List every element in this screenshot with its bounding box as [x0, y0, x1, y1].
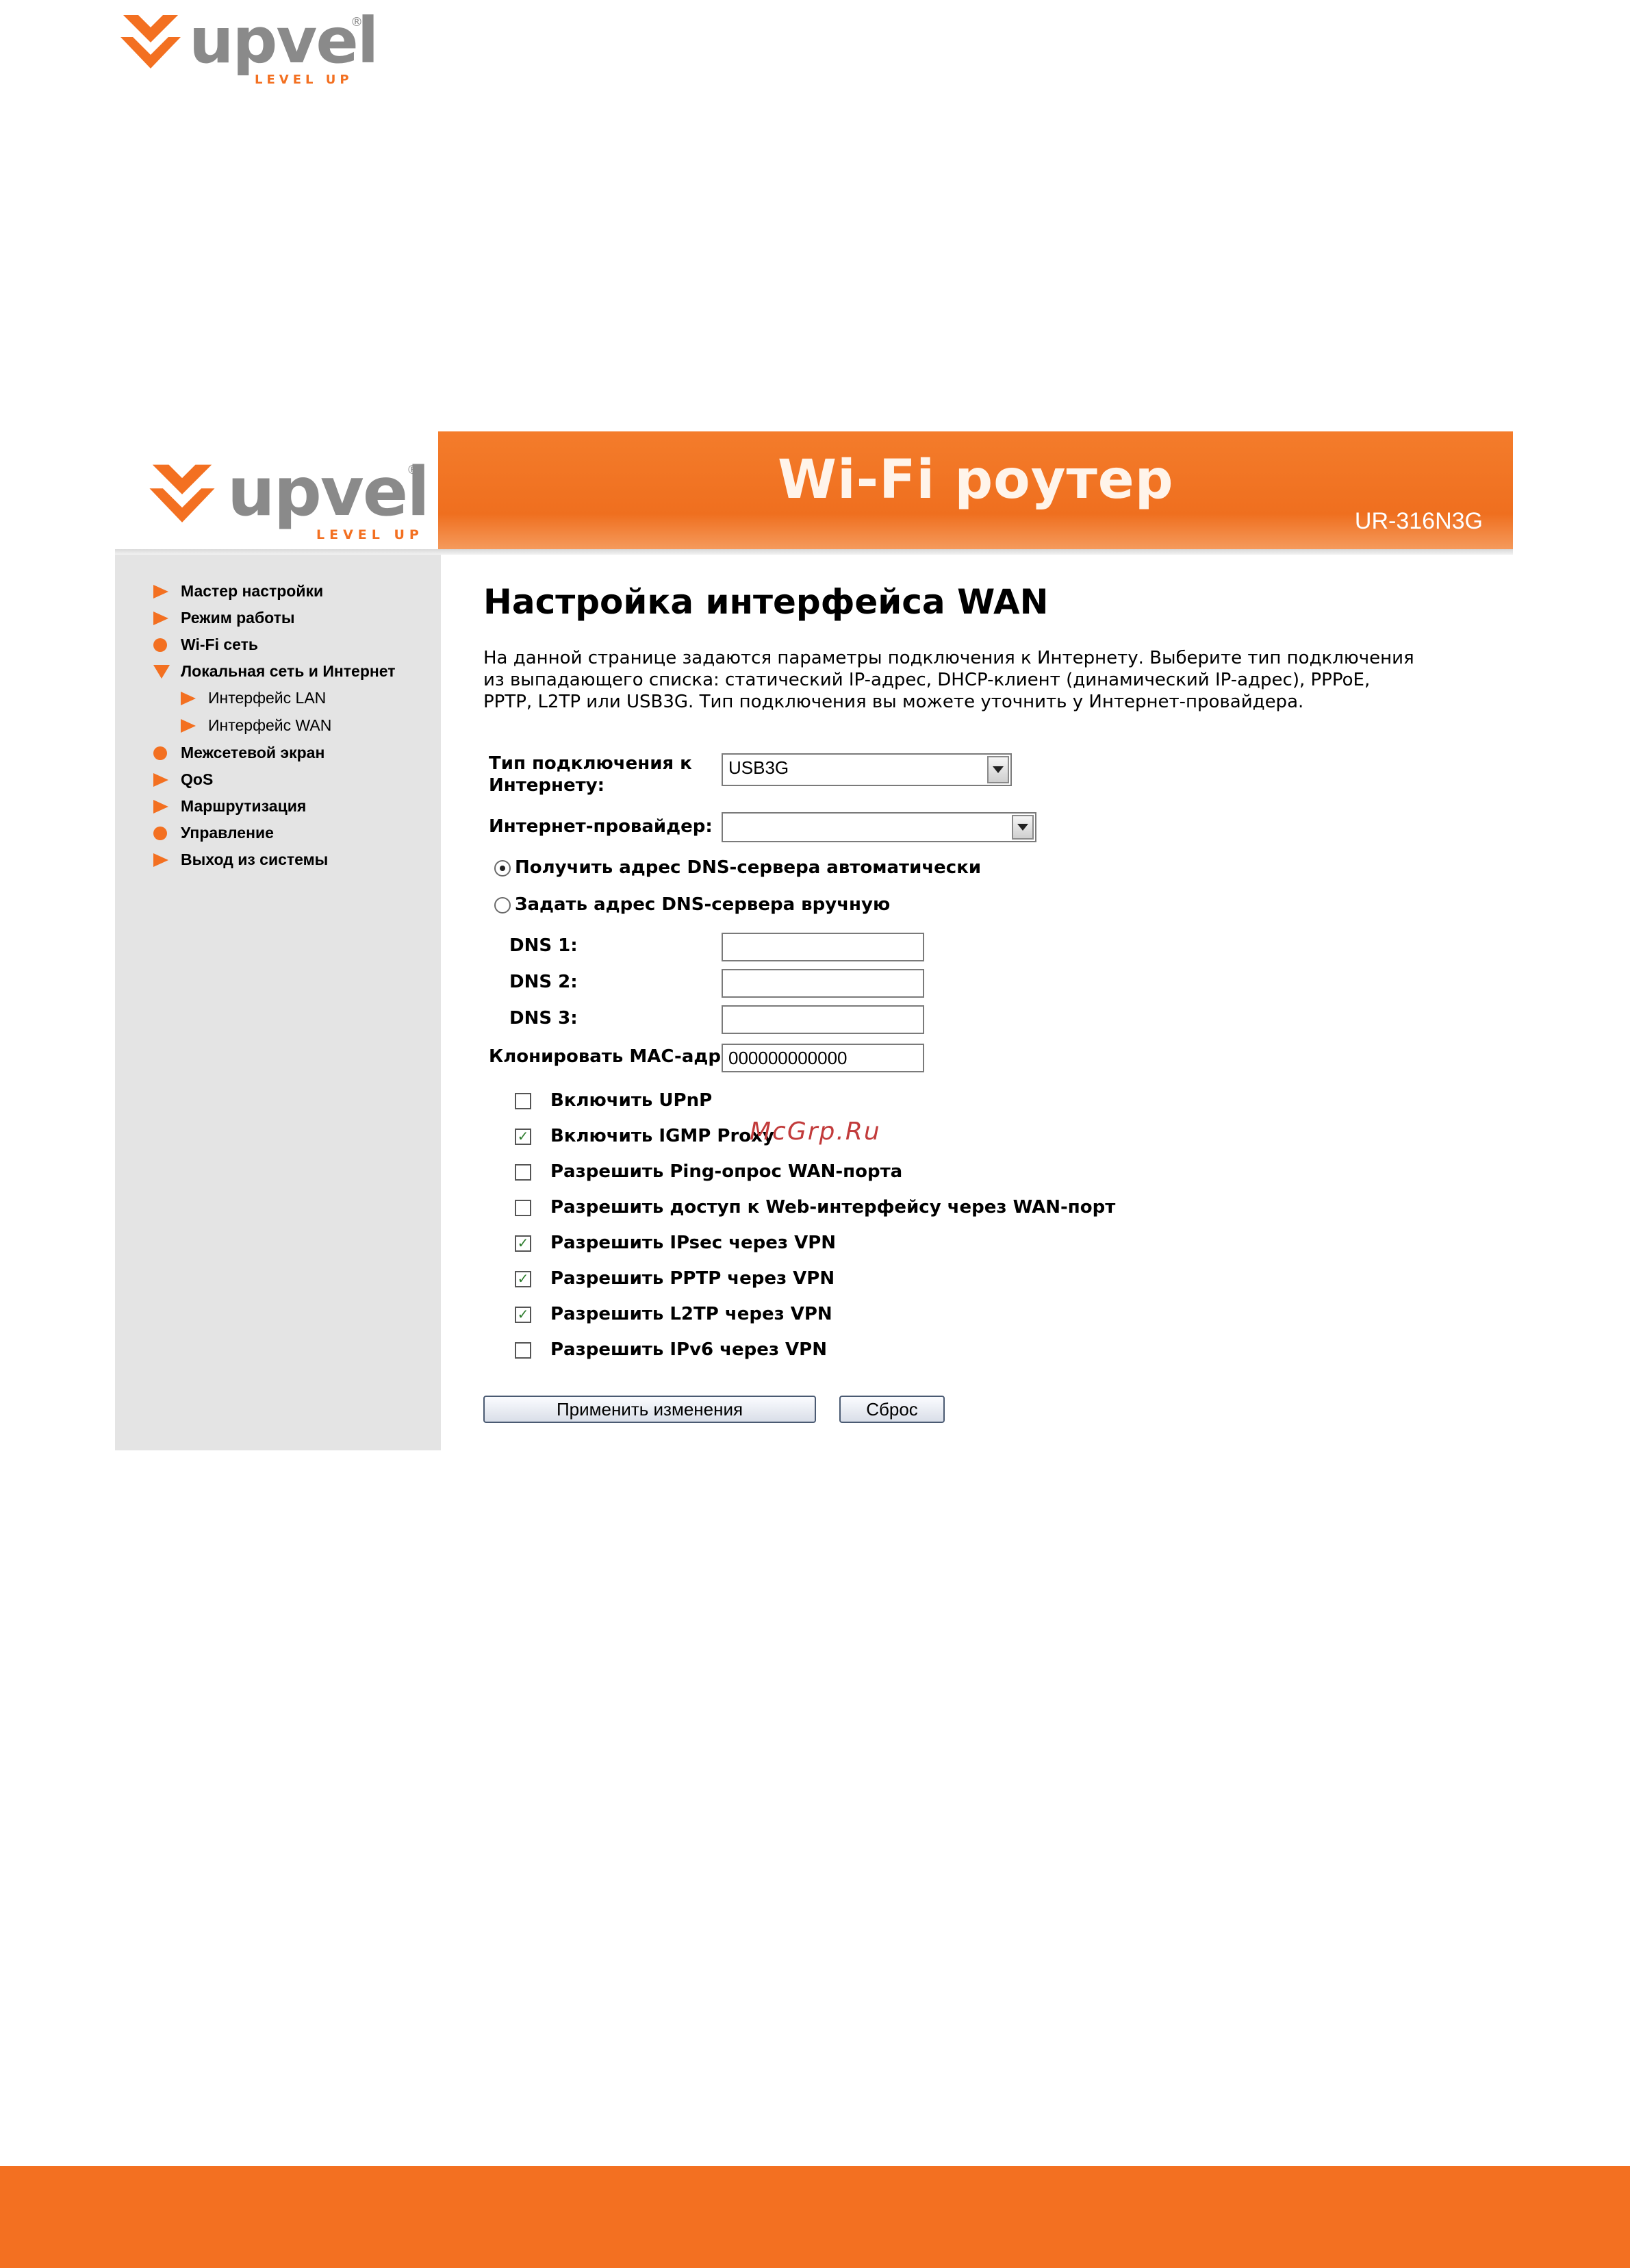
mac-clone-input[interactable]: 000000000000: [722, 1044, 924, 1072]
upvel-logo-icon: [118, 10, 183, 78]
ipv6-vpn-checkbox[interactable]: [515, 1342, 531, 1359]
apply-button[interactable]: Применить изменения: [483, 1396, 816, 1423]
dot-icon: [153, 746, 170, 760]
check-icon: ✓: [517, 1270, 529, 1287]
sidebar-item-lan-interface[interactable]: Интерфейс LAN: [181, 689, 326, 707]
reset-button[interactable]: Сброс: [839, 1396, 945, 1423]
description-line-1: На данной странице задаются параметры по…: [483, 648, 1414, 668]
logo-wordmark: upvel: [227, 453, 430, 531]
sidebar-item-wan-interface[interactable]: Интерфейс WAN: [181, 716, 331, 735]
sidebar-item-qos[interactable]: QoS: [153, 770, 213, 789]
registered-mark: ®: [351, 15, 363, 29]
connection-type-label-line-2: Интернету:: [489, 775, 605, 796]
pptp-vpn-label: Разрешить PPTP через VPN: [550, 1268, 835, 1289]
ping-wan-checkbox[interactable]: [515, 1164, 531, 1181]
ipv6-vpn-label: Разрешить IPv6 через VPN: [550, 1339, 827, 1360]
footer-bar: [0, 2166, 1630, 2268]
header-logo: upvel ® LEVEL UP: [144, 453, 431, 542]
dns3-label: DNS 3:: [509, 1008, 578, 1029]
dns2-input[interactable]: [722, 969, 924, 998]
sidebar-item-lan-internet[interactable]: Локальная сеть и Интернет: [153, 662, 396, 681]
l2tp-vpn-label: Разрешить L2TP через VPN: [550, 1304, 832, 1324]
dot-icon: [153, 827, 170, 840]
sidebar-item-logout[interactable]: Выход из системы: [153, 850, 328, 869]
igmp-proxy-label: Включить IGMP Proxy: [550, 1126, 774, 1146]
pptp-vpn-checkbox[interactable]: ✓: [515, 1271, 531, 1287]
upvel-logo-icon: [144, 459, 220, 533]
arrow-right-icon: [153, 853, 170, 867]
ipsec-vpn-checkbox[interactable]: ✓: [515, 1235, 531, 1252]
web-access-wan-label: Разрешить доступ к Web-интерфейсу через …: [550, 1197, 1116, 1218]
dns1-input[interactable]: [722, 933, 924, 961]
ping-wan-label: Разрешить Ping-опрос WAN-порта: [550, 1161, 903, 1182]
dns-manual-radio[interactable]: [494, 897, 511, 914]
web-access-wan-checkbox[interactable]: [515, 1200, 531, 1216]
arrow-right-icon: [181, 692, 197, 705]
dns2-label: DNS 2:: [509, 972, 578, 992]
upnp-checkbox[interactable]: [515, 1093, 531, 1109]
arrow-down-icon: [153, 665, 170, 679]
logo-wordmark: upvel: [189, 4, 379, 77]
arrow-right-icon: [153, 773, 170, 787]
connection-type-label-line-1: Тип подключения к: [489, 753, 692, 774]
page-logo: upvel ® LEVEL UP: [118, 10, 379, 87]
l2tp-vpn-checkbox[interactable]: ✓: [515, 1307, 531, 1323]
mac-clone-label: Клонировать MAC-адрес:: [489, 1046, 751, 1067]
check-icon: ✓: [517, 1128, 529, 1144]
provider-select[interactable]: [722, 812, 1036, 842]
check-icon: ✓: [517, 1235, 529, 1251]
check-icon: ✓: [517, 1306, 529, 1322]
sidebar-item-firewall[interactable]: Межсетевой экран: [153, 744, 324, 762]
dns-auto-label: Получить адрес DNS-сервера автоматически: [515, 857, 982, 878]
provider-label: Интернет-провайдер:: [489, 816, 713, 837]
header-model: UR-316N3G: [1354, 508, 1483, 534]
sidebar: Мастер настройки Режим работы Wi-Fi сеть…: [115, 555, 441, 1450]
page-title: Настройка интерфейса WAN: [483, 582, 1049, 622]
connection-type-select[interactable]: USB3G: [722, 753, 1012, 786]
arrow-right-icon: [153, 612, 170, 625]
igmp-proxy-checkbox[interactable]: ✓: [515, 1129, 531, 1145]
dns-auto-radio[interactable]: [494, 860, 511, 877]
arrow-right-icon: [153, 800, 170, 814]
dot-icon: [153, 638, 170, 652]
header-banner: Wi-Fi роутер UR-316N3G: [438, 431, 1513, 549]
chevron-down-icon: [1012, 815, 1034, 840]
sidebar-item-wifi[interactable]: Wi-Fi сеть: [153, 635, 258, 654]
sidebar-item-routing[interactable]: Маршрутизация: [153, 797, 306, 816]
dns-manual-label: Задать адрес DNS-сервера вручную: [515, 894, 891, 915]
sidebar-item-management[interactable]: Управление: [153, 824, 274, 842]
dns1-label: DNS 1:: [509, 935, 578, 956]
description-line-2: из выпадающего списка: статический IP-ад…: [483, 670, 1371, 690]
logo-tagline: LEVEL UP: [255, 73, 353, 87]
watermark: McGrp.Ru: [750, 1118, 881, 1146]
arrow-right-icon: [181, 719, 197, 733]
description-line-3: PPTP, L2TP или USB3G. Тип подключения вы…: [483, 692, 1304, 712]
logo-tagline: LEVEL UP: [316, 527, 424, 542]
main-content: Настройка интерфейса WAN На данной стран…: [441, 555, 1513, 1450]
header-divider: [115, 549, 1513, 555]
dns3-input[interactable]: [722, 1005, 924, 1034]
ipsec-vpn-label: Разрешить IPsec через VPN: [550, 1233, 837, 1253]
header-title: Wi-Fi роутер: [778, 449, 1174, 511]
registered-mark: ®: [407, 463, 419, 477]
sidebar-item-operation-mode[interactable]: Режим работы: [153, 609, 295, 627]
chevron-down-icon: [987, 756, 1009, 783]
router-screenshot: upvel ® LEVEL UP Wi-Fi роутер UR-316N3G …: [115, 431, 1513, 1450]
arrow-right-icon: [153, 585, 170, 598]
sidebar-item-setup-wizard[interactable]: Мастер настройки: [153, 582, 323, 601]
upnp-label: Включить UPnP: [550, 1090, 713, 1111]
header-logo-area: upvel ® LEVEL UP: [115, 431, 438, 549]
